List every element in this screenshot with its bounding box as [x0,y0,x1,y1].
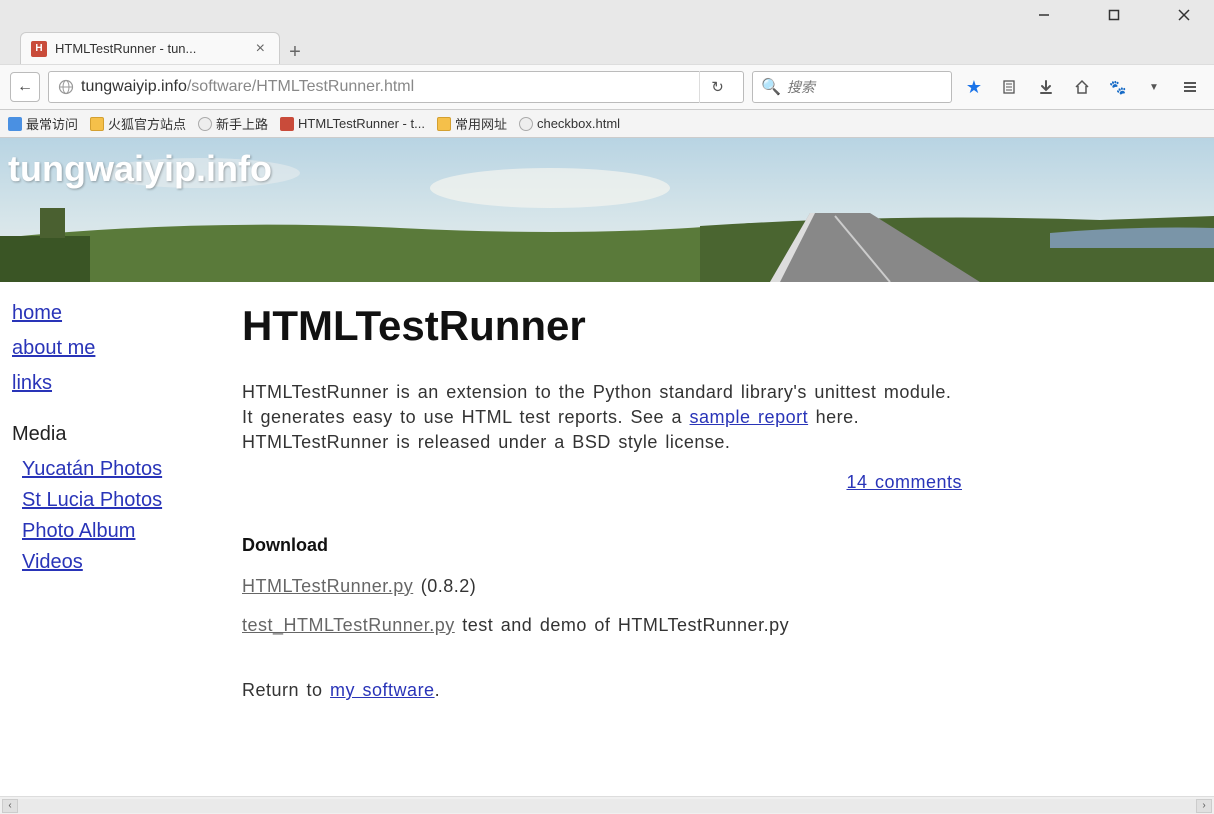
search-input[interactable] [787,79,969,95]
download-item: test_HTMLTestRunner.py test and demo of … [242,613,962,638]
sidebar-section-media: Media [12,423,222,446]
nav-media-item[interactable]: Photo Album [22,520,222,543]
nav-about[interactable]: about me [12,337,222,360]
page-heading: HTMLTestRunner [242,302,962,350]
folder-icon [437,117,451,131]
site-title: tungwaiyip.info [8,148,272,190]
reload-button[interactable]: ↻ [699,71,735,103]
tab-favicon-icon: H [31,41,47,57]
library-icon[interactable] [996,73,1024,101]
extension-icon[interactable]: 🐾 [1104,73,1132,101]
bookmark-star-icon[interactable]: ★ [960,73,988,101]
sidebar: home about me links Media Yucatán Photos… [12,302,222,766]
nav-media-item[interactable]: Videos [22,551,222,574]
main-content: HTMLTestRunner HTMLTestRunner is an exte… [242,302,962,766]
bookmark-item[interactable]: HTMLTestRunner - t... [280,116,425,131]
bookmark-item[interactable]: checkbox.html [519,116,620,131]
minimize-button[interactable] [1024,1,1064,29]
page-banner: tungwaiyip.info [0,138,1214,282]
comments-link[interactable]: 14 comments [846,472,962,492]
dropdown-icon[interactable]: ▼ [1140,73,1168,101]
new-tab-button[interactable]: + [280,41,310,64]
window-titlebar [0,0,1214,30]
nav-media-item[interactable]: St Lucia Photos [22,489,222,512]
search-box[interactable]: 🔍 [752,71,952,103]
url-text[interactable]: tungwaiyip.info/software/HTMLTestRunner.… [81,78,693,96]
globe-icon [198,117,212,131]
download-link[interactable]: test_HTMLTestRunner.py [242,615,455,635]
home-icon[interactable] [1068,73,1096,101]
bookmark-item[interactable]: 最常访问 [8,114,78,133]
download-heading: Download [242,535,962,556]
bookmark-icon [280,117,294,131]
close-window-button[interactable] [1164,1,1204,29]
tab-strip: H HTMLTestRunner - tun... × + [0,30,1214,64]
nav-home[interactable]: home [12,302,222,325]
bookmark-item[interactable]: 新手上路 [198,114,268,133]
globe-icon [57,78,75,96]
maximize-button[interactable] [1094,1,1134,29]
globe-icon [519,117,533,131]
scroll-track[interactable] [18,799,1196,813]
url-bar[interactable]: tungwaiyip.info/software/HTMLTestRunner.… [48,71,744,103]
download-link[interactable]: HTMLTestRunner.py [242,576,413,596]
horizontal-scrollbar[interactable]: ‹ › [0,796,1214,814]
scroll-left-button[interactable]: ‹ [2,799,18,813]
bookmark-item[interactable]: 火狐官方站点 [90,114,186,133]
scroll-right-button[interactable]: › [1196,799,1212,813]
page-body: home about me links Media Yucatán Photos… [0,282,1214,776]
close-tab-button[interactable]: × [252,40,269,58]
menu-icon[interactable] [1176,73,1204,101]
my-software-link[interactable]: my software [330,680,435,700]
comments-row: 14 comments [242,470,962,495]
nav-media-item[interactable]: Yucatán Photos [22,458,222,481]
bookmark-item[interactable]: 常用网址 [437,114,507,133]
folder-icon [90,117,104,131]
tab-title: HTMLTestRunner - tun... [55,41,244,56]
nav-toolbar: tungwaiyip.info/software/HTMLTestRunner.… [0,64,1214,110]
search-icon: 🔍 [761,77,781,97]
download-item: HTMLTestRunner.py (0.8.2) [242,574,962,599]
return-paragraph: Return to my software. [242,678,962,703]
back-button[interactable] [10,72,40,102]
sample-report-link[interactable]: sample report [690,407,809,427]
browser-tab[interactable]: H HTMLTestRunner - tun... × [20,32,280,64]
bookmarks-bar: 最常访问 火狐官方站点 新手上路 HTMLTestRunner - t... 常… [0,110,1214,138]
intro-paragraph: HTMLTestRunner is an extension to the Py… [242,380,962,456]
downloads-icon[interactable] [1032,73,1060,101]
bookmark-icon [8,117,22,131]
nav-links[interactable]: links [12,372,222,395]
